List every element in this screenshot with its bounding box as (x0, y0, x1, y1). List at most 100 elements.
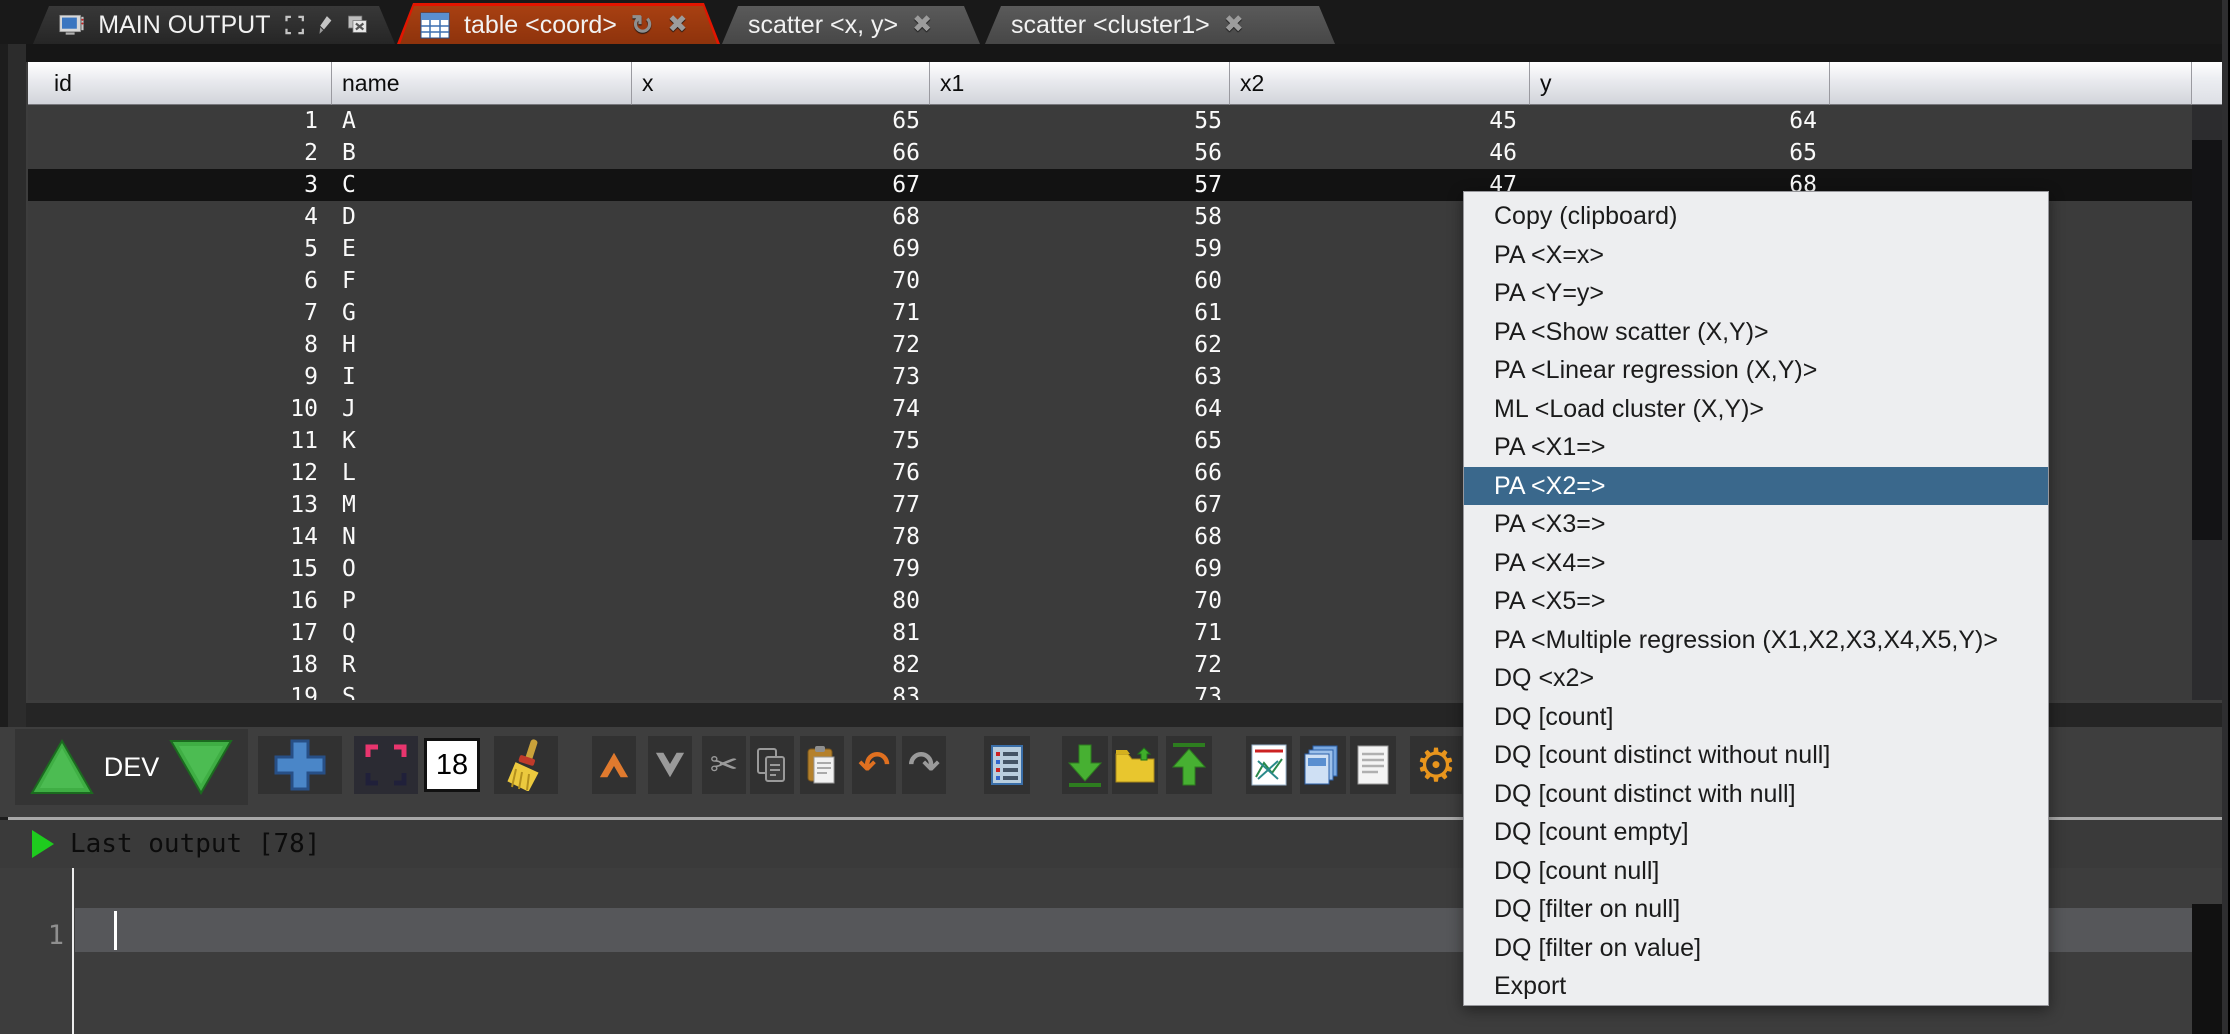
table-cell-x[interactable]: 67 (632, 169, 930, 201)
close-icon[interactable]: ✖ (1224, 13, 1244, 37)
table-cell-name[interactable]: L (332, 457, 632, 489)
table-cell-name[interactable]: S (332, 681, 632, 700)
table-cell-x1[interactable]: 71 (930, 617, 1230, 649)
table-cell-name[interactable]: C (332, 169, 632, 201)
table-cell-x[interactable]: 66 (632, 137, 930, 169)
column-header-y[interactable]: y (1530, 62, 1830, 105)
table-cell-x[interactable]: 69 (632, 233, 930, 265)
context-menu-item[interactable]: PA <X2=> (1464, 467, 2048, 506)
add-button[interactable] (258, 736, 342, 794)
table-cell-x1[interactable]: 61 (930, 297, 1230, 329)
table-cell-x[interactable]: 74 (632, 393, 930, 425)
copy-button[interactable] (750, 736, 794, 794)
table-cell-x1[interactable]: 66 (930, 457, 1230, 489)
table-cell-id[interactable]: 5 (28, 233, 332, 265)
undo-button[interactable]: ↶ (852, 736, 896, 794)
table-cell-id[interactable]: 7 (28, 297, 332, 329)
table-cell-id[interactable]: 8 (28, 329, 332, 361)
table-cell-x1[interactable]: 68 (930, 521, 1230, 553)
table-cell-x1[interactable]: 57 (930, 169, 1230, 201)
table-cell-name[interactable]: R (332, 649, 632, 681)
table-row[interactable]: 1A65554564 (28, 105, 2192, 137)
table-vertical-scrollbar[interactable] (2192, 105, 2222, 700)
table-cell-x[interactable]: 82 (632, 649, 930, 681)
table-cell-x1[interactable]: 64 (930, 393, 1230, 425)
column-header-x2[interactable]: x2 (1230, 62, 1530, 105)
context-menu-item[interactable]: PA <Show scatter (X,Y)> (1464, 313, 2048, 352)
move-up-button[interactable] (592, 736, 636, 794)
column-header-x1[interactable]: x1 (930, 62, 1230, 105)
table-cell-x1[interactable]: 59 (930, 233, 1230, 265)
context-menu-item[interactable]: DQ [filter on value] (1464, 929, 2048, 968)
context-menu-item[interactable]: PA <X4=> (1464, 544, 2048, 583)
context-menu-item[interactable]: DQ [count distinct with null] (1464, 775, 2048, 814)
move-down-button[interactable] (648, 736, 692, 794)
table-cell-x[interactable]: 65 (632, 105, 930, 137)
size-input[interactable]: 18 (424, 738, 480, 792)
table-cell-x[interactable]: 83 (632, 681, 930, 700)
table-cell-x1[interactable]: 65 (930, 425, 1230, 457)
table-cell-x2[interactable]: 46 (1230, 137, 1530, 169)
table-cell-id[interactable]: 13 (28, 489, 332, 521)
table-cell-name[interactable]: M (332, 489, 632, 521)
table-cell-name[interactable]: D (332, 201, 632, 233)
close-icon[interactable]: ✖ (912, 13, 932, 37)
table-cell-name[interactable]: F (332, 265, 632, 297)
table-cell-x[interactable]: 78 (632, 521, 930, 553)
table-cell-id[interactable]: 1 (28, 105, 332, 137)
column-header-name[interactable]: name (332, 62, 632, 105)
table-cell-id[interactable]: 17 (28, 617, 332, 649)
context-menu-item[interactable]: PA <X5=> (1464, 582, 2048, 621)
context-menu-item[interactable]: PA <X1=> (1464, 428, 2048, 467)
table-cell-x1[interactable]: 55 (930, 105, 1230, 137)
table-cell-x[interactable]: 79 (632, 553, 930, 585)
table-cell-x1[interactable]: 62 (930, 329, 1230, 361)
context-menu-item[interactable]: DQ [count] (1464, 698, 2048, 737)
table-cell-x[interactable]: 73 (632, 361, 930, 393)
table-cell-id[interactable]: 12 (28, 457, 332, 489)
table-cell-name[interactable]: K (332, 425, 632, 457)
table-cell-x[interactable]: 75 (632, 425, 930, 457)
table-row[interactable]: 2B66564665 (28, 137, 2192, 169)
table-cell-id[interactable]: 14 (28, 521, 332, 553)
table-cell-x[interactable]: 81 (632, 617, 930, 649)
table-cell-id[interactable]: 19 (28, 681, 332, 700)
table-cell-id[interactable]: 6 (28, 265, 332, 297)
table-cell-x1[interactable]: 72 (930, 649, 1230, 681)
table-cell-name[interactable]: Q (332, 617, 632, 649)
tab-scatter-xy[interactable]: scatter <x, y> ✖ (722, 6, 980, 44)
windows-button[interactable] (1300, 736, 1346, 794)
scrollbar-thumb[interactable] (2192, 140, 2222, 540)
tab-table-coord[interactable]: table <coord> ↻ ✖ (397, 3, 720, 44)
table-cell-x1[interactable]: 73 (930, 681, 1230, 700)
context-menu-item[interactable]: DQ [filter on null] (1464, 890, 2048, 929)
table-cell-x[interactable]: 80 (632, 585, 930, 617)
tab-main-output[interactable]: MAIN OUTPUT (33, 6, 395, 44)
table-cell-name[interactable]: E (332, 233, 632, 265)
deploy-up-button[interactable] (30, 738, 94, 796)
table-cell-name[interactable]: O (332, 553, 632, 585)
column-header-x[interactable]: x (632, 62, 930, 105)
table-cell-id[interactable]: 18 (28, 649, 332, 681)
table-cell-id[interactable]: 10 (28, 393, 332, 425)
table-cell-x[interactable]: 70 (632, 265, 930, 297)
table-cell-x1[interactable]: 69 (930, 553, 1230, 585)
table-cell-id[interactable]: 15 (28, 553, 332, 585)
table-cell-id[interactable]: 11 (28, 425, 332, 457)
editor-scrollbar[interactable] (2192, 904, 2222, 1034)
table-cell-name[interactable]: N (332, 521, 632, 553)
table-cell-x1[interactable]: 56 (930, 137, 1230, 169)
table-cell-id[interactable]: 2 (28, 137, 332, 169)
context-menu-item[interactable]: DQ [count null] (1464, 852, 2048, 891)
context-menu-item[interactable]: DQ [count distinct without null] (1464, 736, 2048, 775)
table-cell-name[interactable]: P (332, 585, 632, 617)
table-cell-x[interactable]: 71 (632, 297, 930, 329)
table-cell-id[interactable]: 4 (28, 201, 332, 233)
context-menu-item[interactable]: ML <Load cluster (X,Y)> (1464, 390, 2048, 429)
chart-button[interactable] (1246, 736, 1292, 794)
context-menu-item[interactable]: PA <Y=y> (1464, 274, 2048, 313)
column-header-id[interactable]: id (28, 62, 332, 105)
table-cell-x2[interactable]: 45 (1230, 105, 1530, 137)
cut-button[interactable]: ✂ (702, 736, 746, 794)
context-menu-item[interactable]: Export (1464, 967, 2048, 1006)
